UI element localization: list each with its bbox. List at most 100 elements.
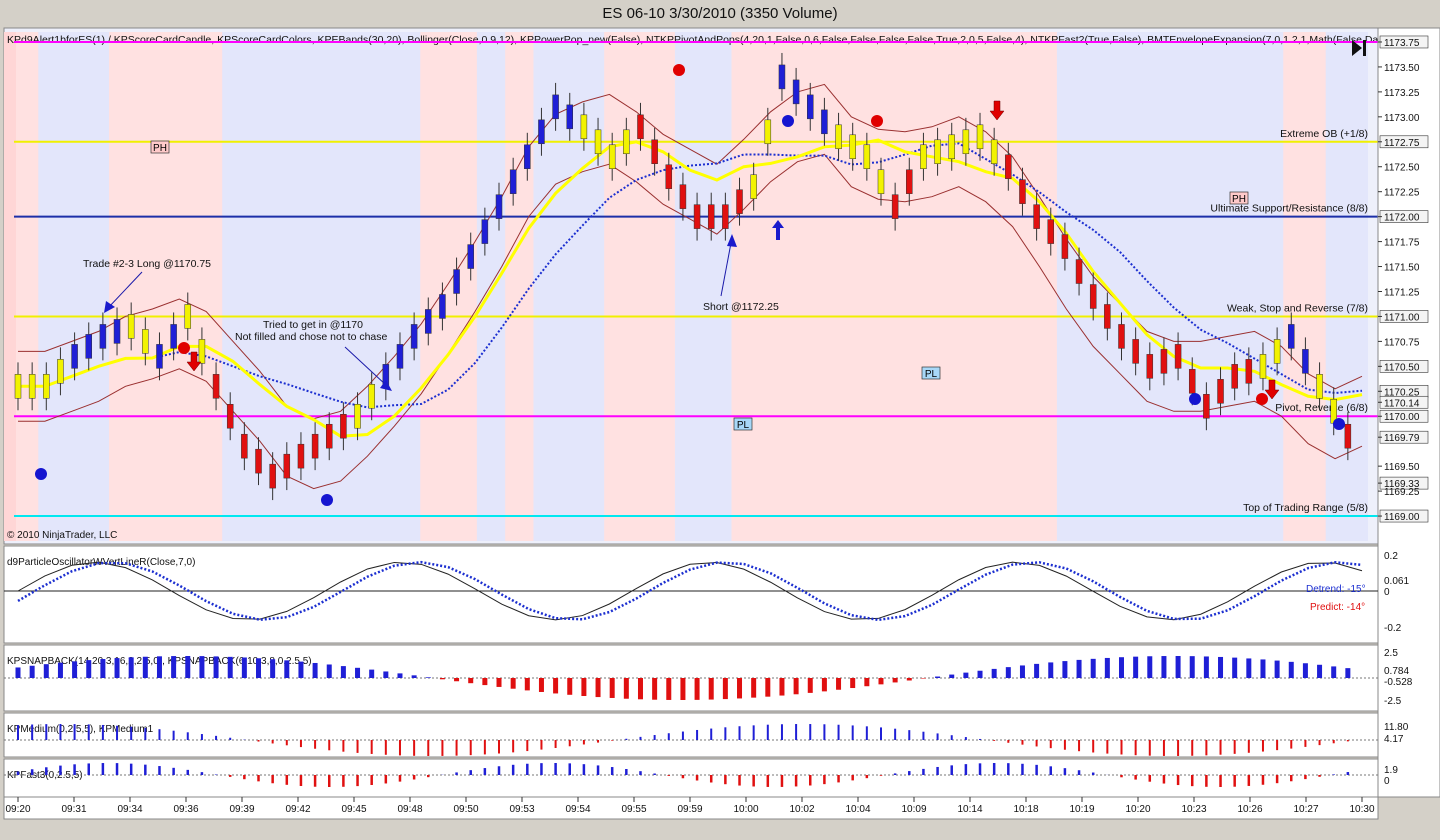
y-tick-label: 1169.00 xyxy=(1384,512,1420,523)
y-tick-label: 1171.50 xyxy=(1384,263,1420,274)
candle-body xyxy=(637,114,644,140)
y-tick-label: 1170.14 xyxy=(1384,398,1420,409)
candle-body xyxy=(976,124,984,150)
pop-dot xyxy=(1189,393,1201,405)
x-tick-label: 10:30 xyxy=(1349,804,1374,815)
x-tick-label: 09:59 xyxy=(677,804,702,815)
annotation-tried: Tried to get in @1170 xyxy=(263,319,363,331)
snapback-bar xyxy=(1034,663,1040,678)
candle-body xyxy=(1245,359,1253,384)
candle-body xyxy=(439,294,446,319)
pivot-marker-label: PH xyxy=(153,143,167,154)
candle-body xyxy=(580,114,588,140)
candle-body xyxy=(1061,234,1069,259)
left-margin-band xyxy=(4,32,16,541)
snapback-bar xyxy=(57,662,63,678)
snapback-bar xyxy=(86,660,92,678)
level-label: Weak, Stop and Reverse (7/8) xyxy=(1227,302,1368,314)
candle-body xyxy=(920,144,927,169)
candle-body xyxy=(665,164,673,189)
snapback-bar xyxy=(991,668,997,678)
candle-body xyxy=(778,64,786,90)
y-tick-label: 1172.50 xyxy=(1384,163,1420,174)
snapback-bar xyxy=(949,674,955,678)
y-tick-label: 1171.00 xyxy=(1384,312,1420,323)
snapback-bar xyxy=(15,667,21,678)
candle-body xyxy=(821,109,828,135)
candle-body xyxy=(948,134,955,160)
x-tick-label: 09:55 xyxy=(621,804,646,815)
pop-dot xyxy=(1256,393,1268,405)
snapback-bar xyxy=(312,662,318,678)
candle-body xyxy=(1288,324,1295,349)
x-tick-label: 09:34 xyxy=(117,804,142,815)
candle-body xyxy=(1132,339,1139,364)
bg-band xyxy=(222,32,435,541)
snapback-bar xyxy=(1232,657,1238,678)
x-tick-label: 09:20 xyxy=(5,804,30,815)
snapback-bar xyxy=(1345,668,1351,678)
candle-body xyxy=(807,94,814,120)
candle-body xyxy=(906,169,913,194)
level-label: Pivot, Reverse (6/8) xyxy=(1275,402,1368,414)
ninjatrader-chart[interactable]: KPd9Alert1bforES(1) / KPScoreCardCandle,… xyxy=(0,0,1440,840)
snapback-bar xyxy=(793,678,799,695)
candle-body xyxy=(1217,379,1224,404)
candle-body xyxy=(368,384,375,409)
snapback-bar xyxy=(369,669,375,678)
candle-body xyxy=(1259,354,1267,379)
candle-body xyxy=(325,423,333,449)
snapback-bar xyxy=(270,659,276,678)
snapback-bar xyxy=(1019,665,1025,678)
candle-body xyxy=(1231,364,1238,389)
y-tick-label: 1169.79 xyxy=(1384,433,1420,444)
candle-body xyxy=(509,169,517,194)
x-tick-label: 09:39 xyxy=(229,804,254,815)
x-tick-label: 09:42 xyxy=(285,804,310,815)
snapback-bar xyxy=(468,678,474,684)
candle-body xyxy=(1316,374,1323,399)
x-tick-label: 10:02 xyxy=(789,804,814,815)
x-tick-label: 10:27 xyxy=(1293,804,1318,815)
pivot-marker-label: PL xyxy=(737,420,750,431)
candle-body xyxy=(764,119,772,145)
candle-body xyxy=(863,144,871,169)
snapback-bar xyxy=(567,678,573,695)
snapback-bar xyxy=(892,678,898,683)
candle-body xyxy=(1160,349,1168,374)
kpmedium-readout: 4.17 xyxy=(1384,734,1404,745)
snapback-bar xyxy=(963,672,969,678)
snapback-bar xyxy=(765,678,771,697)
snapback-bar xyxy=(100,659,106,678)
candle-body xyxy=(962,129,970,155)
y-tick-label: 1173.75 xyxy=(1384,38,1420,49)
snapback-bar xyxy=(256,658,262,678)
osc-readout: 0.061 xyxy=(1384,576,1409,587)
candle-body xyxy=(57,359,64,384)
y-tick-label: 1172.00 xyxy=(1384,213,1420,224)
y-tick-label: 1173.00 xyxy=(1384,113,1420,124)
snapback-bar xyxy=(666,678,672,700)
snapback-bar xyxy=(1331,666,1337,678)
kpmedium-readout: 11.80 xyxy=(1384,722,1409,733)
indicator-header: KPd9Alert1bforES(1) / KPScoreCardCandle,… xyxy=(7,34,1388,46)
x-tick-label: 09:54 xyxy=(565,804,590,815)
snapback-bar xyxy=(284,660,290,678)
candle-body xyxy=(891,194,899,219)
snapback-bar xyxy=(213,656,219,678)
candle-body xyxy=(1005,154,1012,179)
candle-body xyxy=(1203,394,1210,419)
snapback-label: 2.5 xyxy=(1384,648,1398,659)
snapback-bar xyxy=(581,678,587,697)
kpfast-readout: 0 xyxy=(1384,776,1390,787)
osc-tick-label: 0 xyxy=(1384,587,1390,598)
snapback-bar xyxy=(1288,661,1294,678)
snapback-bar xyxy=(836,678,842,690)
snapback-bar xyxy=(1260,659,1266,678)
x-tick-label: 09:53 xyxy=(509,804,534,815)
y-tick-label: 1170.00 xyxy=(1384,412,1420,423)
candle-body xyxy=(170,324,177,349)
snapback-bar xyxy=(425,677,431,678)
chart-window: ES 06-10 3/30/2010 (3350 Volume) KPd9Ale… xyxy=(0,0,1440,840)
candle-body xyxy=(524,144,531,169)
